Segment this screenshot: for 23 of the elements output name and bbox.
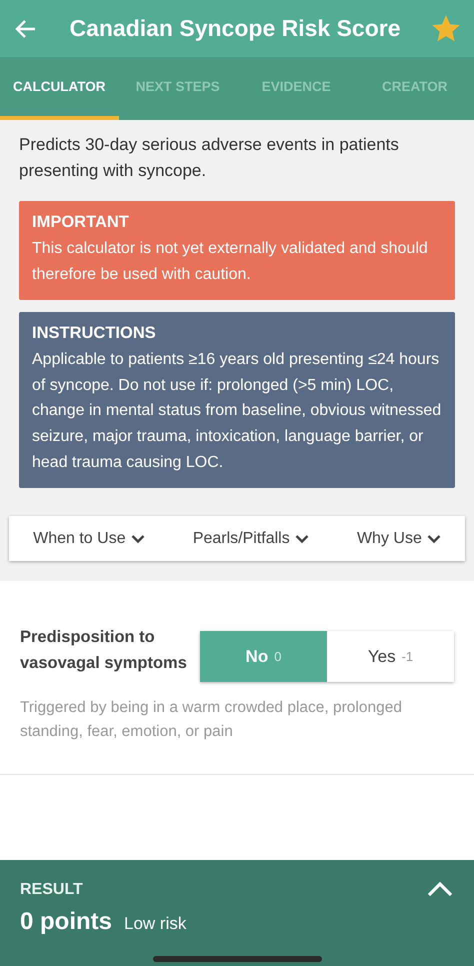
star-icon[interactable]	[432, 14, 460, 42]
result-title: RESULT	[20, 881, 83, 899]
chevron-icon	[130, 534, 145, 544]
tab[interactable]: NEXT STEPS	[118, 57, 237, 120]
chevron-icon	[426, 534, 441, 544]
info-link[interactable]: Pearls/Pitfalls	[188, 526, 313, 552]
tab[interactable]: CREATOR	[356, 57, 474, 120]
card-text: Applicable to patients ≥16 years old presenting ≤24 hours of syncope. Do not use if: prolonged (>5 min) LOC, change in mental status from baseline, obvious witnessed seizure, major trauma, intoxication, language barrier, or head trauma causing LOC.	[32, 350, 442, 473]
question-label: Predisposition to vasovagal symptoms	[20, 627, 188, 674]
description-text: Predicts 30-day serious adverse events in patients presenting with syncope.	[19, 134, 400, 182]
info-link[interactable]: Why Use	[352, 526, 445, 552]
card-title: IMPORTANT	[32, 213, 130, 232]
question-hint: Triggered by being in a warm crowded place, prolonged standing, fear, emotion, or pain	[20, 698, 403, 742]
chevron-icon	[294, 534, 309, 544]
result-score: 0 points	[20, 908, 112, 936]
info-link[interactable]: When to Use	[29, 526, 149, 552]
option-button[interactable]: Yes -1	[327, 631, 454, 682]
tab[interactable]: EVIDENCE	[237, 57, 356, 120]
card-text: This calculator is not yet externally validated and should therefore be used with caution.	[32, 239, 429, 285]
risk-level: Low risk	[124, 914, 186, 934]
card-title: INSTRUCTIONS	[32, 324, 157, 344]
option-button[interactable]: No 0	[200, 631, 327, 682]
screen-title: Canadian Syncope Risk Score	[68, 15, 402, 42]
